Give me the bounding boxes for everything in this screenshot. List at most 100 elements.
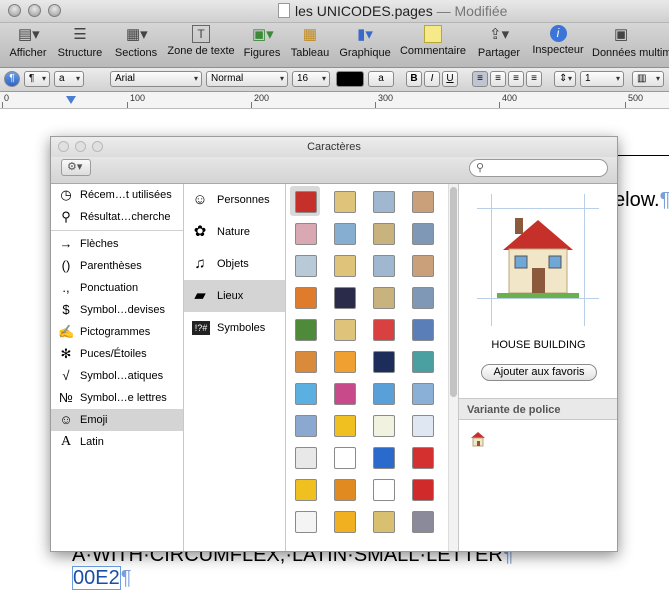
scrollbar-thumb[interactable] — [450, 187, 457, 397]
emoji-cell-mount-fuji[interactable] — [407, 314, 437, 344]
emoji-cell-sailboat[interactable] — [368, 410, 398, 440]
emoji-cell-fire-engine[interactable] — [407, 474, 437, 504]
emoji-cell-truck[interactable] — [329, 506, 359, 536]
emoji-cell-roller-coaster[interactable] — [407, 378, 437, 408]
font-size-popup[interactable]: 16 ▾ — [292, 71, 330, 87]
emoji-cell-fountain[interactable] — [368, 378, 398, 408]
toolbar-table-button[interactable]: ▦ Tableau — [288, 25, 332, 59]
emoji-cell-european-castle[interactable] — [407, 282, 437, 312]
search-field[interactable]: ⚲ — [469, 159, 608, 177]
toolbar-structure-button[interactable]: ☰ Structure — [54, 25, 106, 59]
emoji-cell-bank[interactable] — [329, 218, 359, 248]
category-letterlike[interactable]: № Symbol…e lettres — [51, 387, 183, 409]
emoji-cell-taxi[interactable] — [290, 474, 320, 504]
emoji-cell-sunset-city[interactable] — [290, 282, 320, 312]
palette-minimize-button[interactable] — [75, 141, 86, 152]
palette-zoom-button[interactable] — [92, 141, 103, 152]
toolbar-media-button[interactable]: ▣ Données multim — [592, 25, 669, 59]
emoji-cell-office[interactable] — [329, 186, 359, 216]
emoji-cell-boat[interactable] — [329, 410, 359, 440]
grid-scrollbar[interactable] — [448, 184, 458, 551]
text-color-well[interactable] — [336, 71, 364, 87]
toolbar-chart-button[interactable]: ▮▾ Graphique — [338, 25, 392, 59]
document-text-line[interactable]: elow.¶ — [614, 189, 669, 212]
columns-popup[interactable]: ▥ ▾ — [632, 71, 664, 87]
emoji-cell-stars[interactable] — [368, 346, 398, 376]
char-style-popup[interactable]: a ▾ — [54, 71, 84, 87]
emoji-cell-rocket[interactable] — [290, 442, 320, 472]
toolbar-inspector-button[interactable]: i Inspecteur — [530, 25, 586, 56]
horizontal-ruler[interactable]: 0 100 200 300 400 500 — [0, 92, 669, 109]
emoji-cell-tokyo-tower[interactable] — [368, 314, 398, 344]
zoom-window-button[interactable] — [48, 4, 61, 17]
subcategory-places[interactable]: ▰ Lieux — [184, 280, 285, 312]
emoji-cell-sunrise[interactable] — [329, 346, 359, 376]
justify-button[interactable]: ≡ — [526, 71, 542, 87]
action-menu-button[interactable]: ⚙▾ — [61, 159, 91, 176]
emoji-cell-rainbow[interactable] — [290, 378, 320, 408]
bold-button[interactable]: B — [406, 71, 422, 87]
toolbar-afficher-button[interactable]: ▤▾ Afficher — [6, 25, 50, 59]
emoji-cell-statue-liberty[interactable] — [407, 346, 437, 376]
palette-close-button[interactable] — [58, 141, 69, 152]
emoji-cell-train[interactable] — [368, 506, 398, 536]
emoji-cell-ship[interactable] — [290, 410, 320, 440]
align-left-button[interactable]: ≡ — [472, 71, 488, 87]
category-search-results[interactable]: ⚲ Résultat…cherche — [51, 206, 183, 228]
toolbar-textbox-button[interactable]: T Zone de texte — [165, 25, 237, 57]
category-arrows[interactable]: → Flèches — [51, 233, 183, 255]
emoji-cell-church[interactable] — [368, 250, 398, 280]
emoji-cell-ferris-wheel[interactable] — [329, 378, 359, 408]
toolbar-sections-button[interactable]: ▦▾ Sections — [112, 25, 160, 59]
category-latin[interactable]: A Latin — [51, 431, 183, 453]
category-currency[interactable]: $ Symbol…devises — [51, 299, 183, 321]
italic-button[interactable]: I — [424, 71, 440, 87]
line-spacing-icon-popup[interactable]: ⇕ ▾ — [554, 71, 576, 87]
emoji-cell-night-city[interactable] — [329, 282, 359, 312]
emoji-cell-shop[interactable] — [407, 250, 437, 280]
emoji-cell-hotel[interactable] — [407, 218, 437, 248]
emoji-cell-car-blue[interactable] — [368, 442, 398, 472]
close-window-button[interactable] — [8, 4, 21, 17]
emoji-cell-car-red[interactable] — [407, 442, 437, 472]
category-pictograms[interactable]: ✍ Pictogrammes — [51, 321, 183, 343]
emoji-cell-hospital[interactable] — [290, 218, 320, 248]
emoji-cell-convenience[interactable] — [368, 218, 398, 248]
emoji-cell-sunrise-mountain[interactable] — [290, 346, 320, 376]
emoji-cell-station[interactable] — [407, 506, 437, 536]
emoji-cell-house[interactable] — [290, 186, 320, 216]
category-math[interactable]: √ Symbol…atiques — [51, 365, 183, 387]
emoji-cell-factory[interactable] — [329, 314, 359, 344]
category-emoji[interactable]: ☺ Emoji — [51, 409, 183, 431]
minimize-window-button[interactable] — [28, 4, 41, 17]
emoji-cell-love-hotel[interactable] — [329, 250, 359, 280]
emoji-cell-bus[interactable] — [329, 474, 359, 504]
align-right-button[interactable]: ≡ — [508, 71, 524, 87]
subcategory-nature[interactable]: ✿ Nature — [184, 216, 285, 248]
add-to-favorites-button[interactable]: Ajouter aux favoris — [481, 364, 597, 381]
subcategory-symbols[interactable]: !?# Symboles — [184, 312, 285, 344]
toolbar-comment-button[interactable]: Commentaire — [398, 25, 468, 57]
emoji-cell-police-car[interactable] — [368, 474, 398, 504]
emoji-cell-castle[interactable] — [368, 282, 398, 312]
toolbar-share-button[interactable]: ⇪▾ Partager — [476, 25, 522, 59]
category-punctuation[interactable]: ., Ponctuation — [51, 277, 183, 299]
emoji-cell-tent[interactable] — [290, 314, 320, 344]
align-center-button[interactable]: ≡ — [490, 71, 506, 87]
indent-marker-icon[interactable] — [66, 96, 76, 104]
emoji-cell-bicycle[interactable] — [329, 442, 359, 472]
document-text-line[interactable]: 00E2¶ — [72, 566, 131, 590]
typeface-popup[interactable]: Normal ▾ — [206, 71, 288, 87]
category-bullets-stars[interactable]: ✻ Puces/Étoiles — [51, 343, 183, 365]
toolbar-figures-button[interactable]: ▣▾ Figures — [242, 25, 282, 59]
line-spacing-popup[interactable]: 1 ▾ — [580, 71, 624, 87]
subcategory-people[interactable]: ☺ Personnes — [184, 184, 285, 216]
emoji-cell-ambulance[interactable] — [290, 506, 320, 536]
emoji-cell-department[interactable] — [290, 250, 320, 280]
category-parentheses[interactable]: () Parenthèses — [51, 255, 183, 277]
font-family-popup[interactable]: Arial ▾ — [110, 71, 202, 87]
paragraph-style-popup[interactable]: ¶ ▾ — [24, 71, 50, 87]
category-recent[interactable]: ◷ Récem…t utilisées — [51, 184, 183, 206]
emoji-cell-school[interactable] — [407, 186, 437, 216]
font-variant-house-icon[interactable] — [469, 430, 487, 448]
